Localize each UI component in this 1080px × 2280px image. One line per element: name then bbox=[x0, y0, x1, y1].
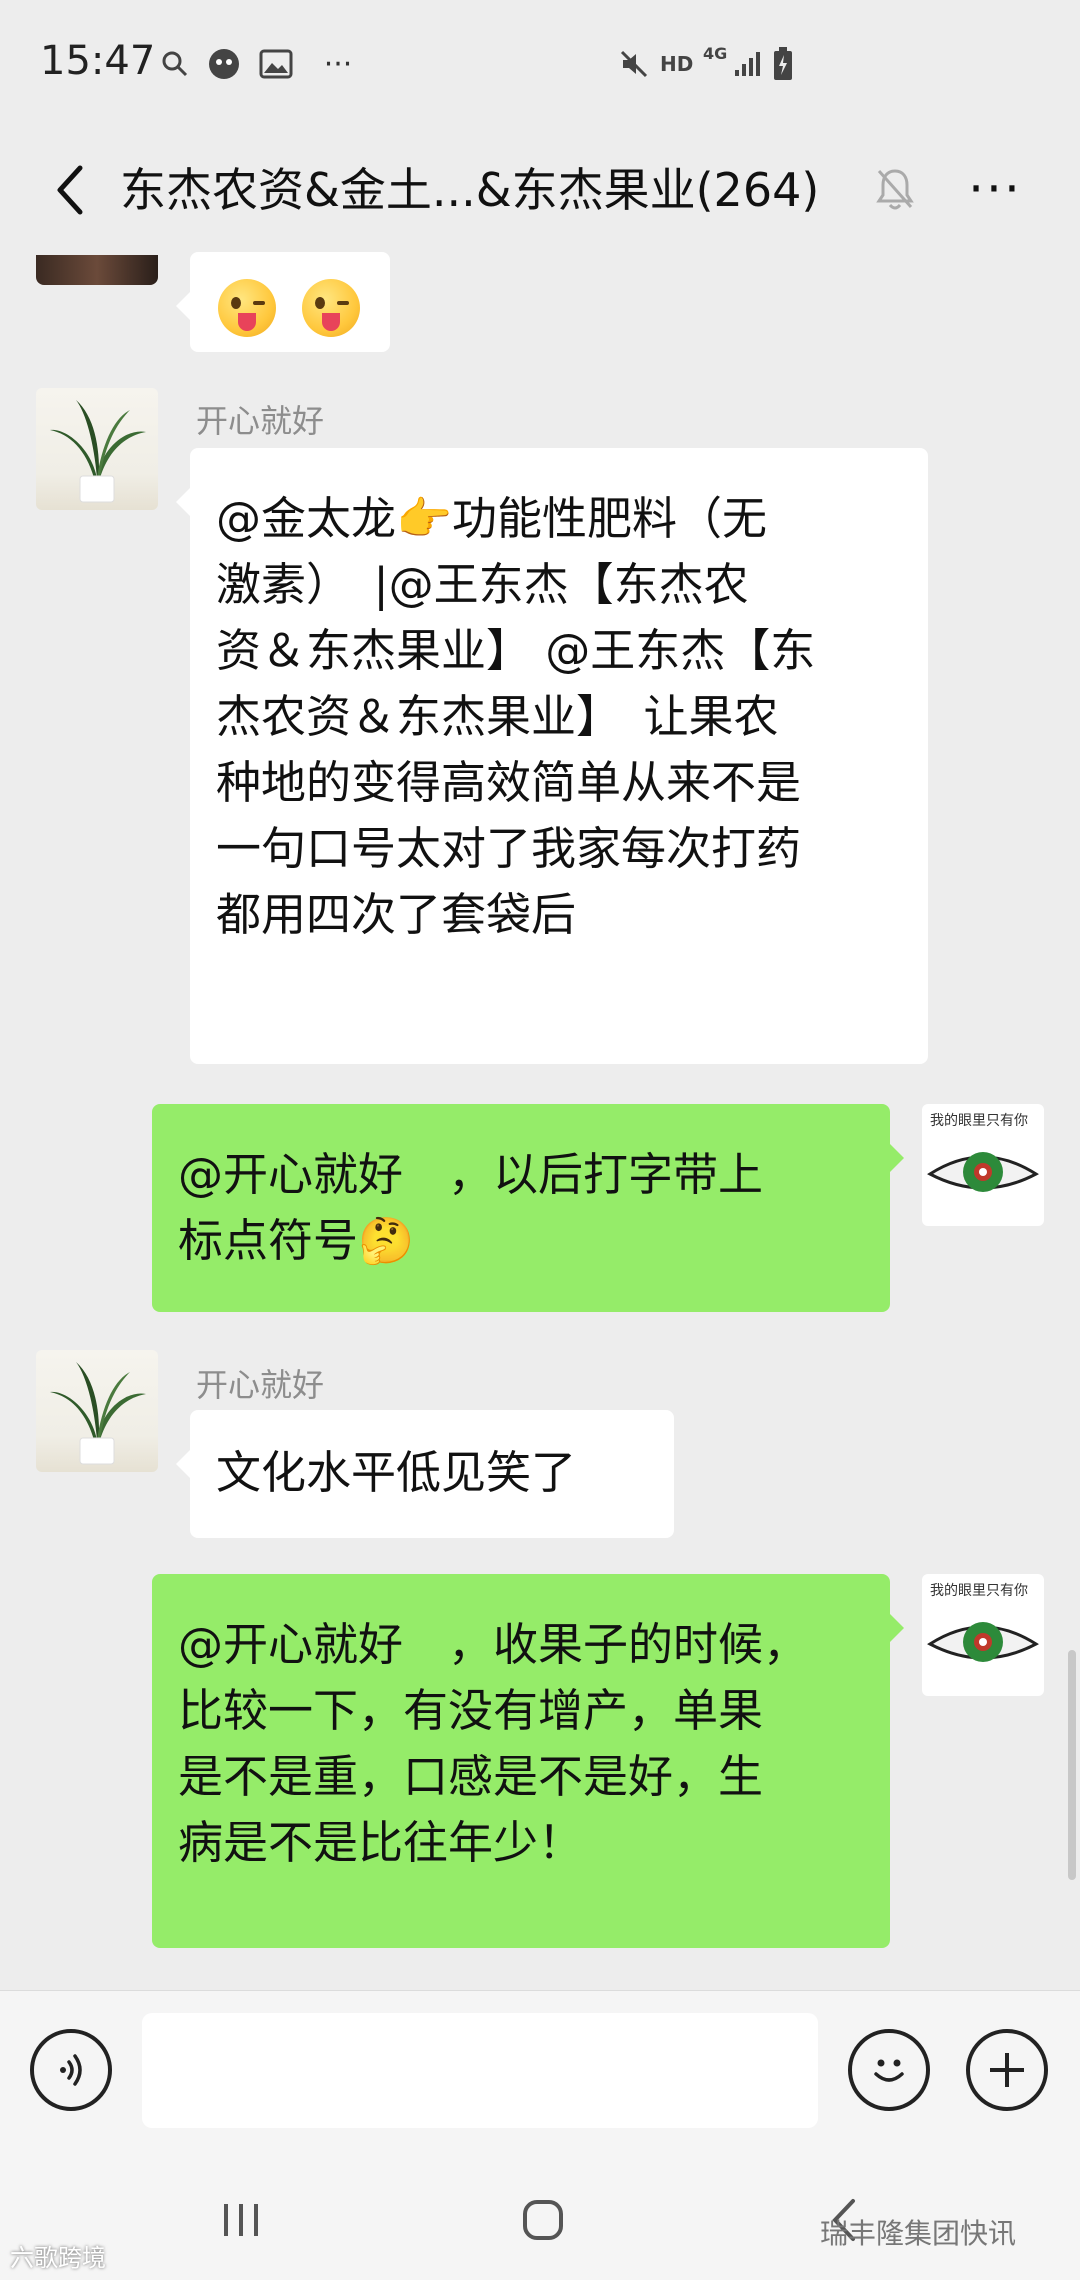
avatar-caption: 我的眼里只有你 bbox=[930, 1583, 1028, 1599]
status-time: 15:47 bbox=[40, 38, 156, 84]
avatar-caption: 我的眼里只有你 bbox=[930, 1113, 1028, 1129]
home-icon bbox=[523, 2200, 563, 2240]
chat-title: 东杰农资&金土...&东杰果业(264) bbox=[120, 163, 820, 217]
recent-apps-icon bbox=[224, 2204, 258, 2236]
mute-notifications-icon bbox=[860, 154, 930, 224]
input-bar bbox=[0, 1990, 1080, 2165]
emoji-message-bubble[interactable] bbox=[176, 252, 390, 352]
watermark-right: 瑞丰隆集团快讯 bbox=[820, 2217, 1017, 2250]
more-options-button[interactable]: ··· bbox=[955, 154, 1035, 224]
tongue-wink-emoji-icon bbox=[218, 279, 276, 337]
more-dots-icon: ··· bbox=[323, 46, 353, 82]
signal-icon bbox=[730, 44, 766, 84]
sender-name: 开心就好 bbox=[196, 1366, 325, 1404]
message-input[interactable] bbox=[142, 2013, 818, 2128]
plus-icon bbox=[990, 2053, 1024, 2087]
sender-name: 开心就好 bbox=[196, 402, 325, 440]
title-bar: 东杰农资&金土...&东杰果业(264) ··· bbox=[0, 130, 1080, 260]
voice-icon bbox=[60, 2054, 82, 2086]
message-bubble[interactable]: 文化水平低见笑了 bbox=[176, 1410, 674, 1538]
qq-icon bbox=[204, 44, 244, 84]
mute-icon bbox=[616, 44, 652, 84]
battery-icon bbox=[770, 44, 796, 84]
message-bubble[interactable]: @开心就好 ，以后打字带上 标点符号🤔 bbox=[152, 1104, 904, 1312]
chevron-left-icon bbox=[57, 165, 83, 215]
search-icon bbox=[158, 44, 192, 84]
image-icon bbox=[256, 44, 296, 84]
watermark-left: 六歌跨境 bbox=[10, 2244, 106, 2272]
voice-input-button[interactable] bbox=[30, 2029, 112, 2111]
avatar[interactable] bbox=[36, 388, 158, 510]
message-text: @开心就好 ，收果子的时候， 比较一下，有没有增产，单果 是不是重，口感是不是好… bbox=[178, 1618, 809, 1869]
tongue-wink-emoji-icon bbox=[302, 279, 361, 337]
avatar[interactable] bbox=[36, 255, 158, 285]
network-label: 4G bbox=[703, 44, 728, 63]
scrollbar[interactable] bbox=[1068, 1650, 1076, 1880]
status-bar: 15:47 ··· HD 4G bbox=[0, 0, 1080, 130]
more-actions-button[interactable] bbox=[966, 2029, 1048, 2111]
message-text: @金太龙👉功能性肥料（无 激素） |@王东杰【东杰农 资＆东杰果业】 @王东杰【… bbox=[216, 492, 816, 941]
avatar[interactable]: 我的眼里只有你 bbox=[922, 1104, 1044, 1226]
back-button[interactable] bbox=[30, 150, 110, 230]
plant-icon bbox=[50, 400, 146, 503]
hd-label: HD bbox=[660, 52, 694, 76]
message-bubble[interactable]: @金太龙👉功能性肥料（无 激素） |@王东杰【东杰农 资＆东杰果业】 @王东杰【… bbox=[176, 448, 928, 1064]
plant-icon bbox=[50, 1362, 146, 1465]
recent-apps-button[interactable] bbox=[196, 2185, 286, 2255]
message-text: 文化水平低见笑了 bbox=[216, 1446, 577, 1499]
emoji-button[interactable] bbox=[848, 2029, 930, 2111]
message-text: @开心就好 ，以后打字带上 标点符号🤔 bbox=[178, 1148, 764, 1267]
smile-icon bbox=[874, 2059, 904, 2082]
home-button[interactable] bbox=[498, 2185, 588, 2255]
avatar[interactable]: 我的眼里只有你 bbox=[922, 1574, 1044, 1696]
avatar[interactable] bbox=[36, 1350, 158, 1472]
message-bubble[interactable]: @开心就好 ，收果子的时候， 比较一下，有没有增产，单果 是不是重，口感是不是好… bbox=[152, 1574, 904, 1948]
